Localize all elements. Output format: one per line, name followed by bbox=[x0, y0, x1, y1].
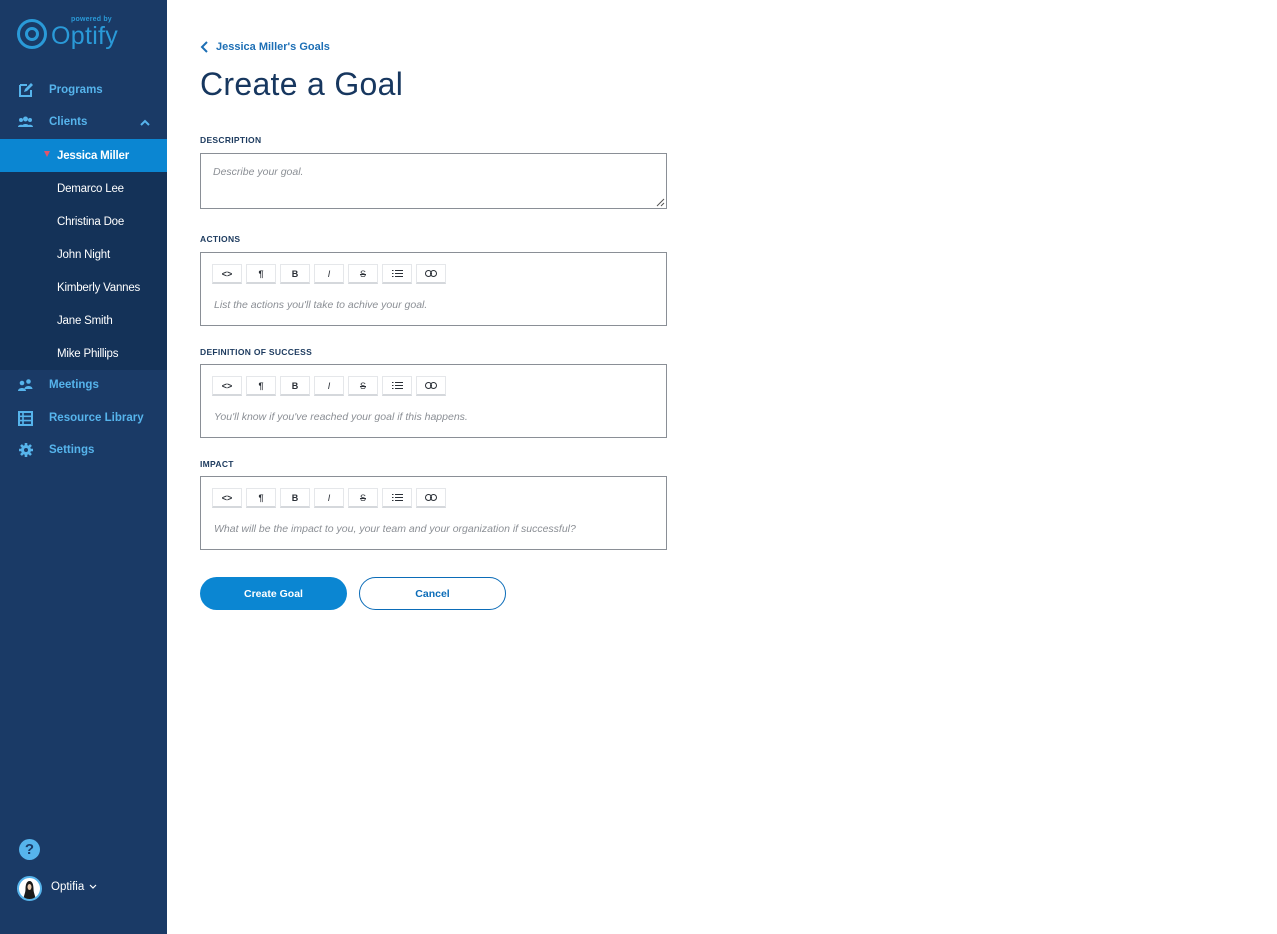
cancel-button[interactable]: Cancel bbox=[359, 577, 506, 610]
avatar[interactable] bbox=[17, 876, 42, 901]
nav-label: Meetings bbox=[49, 379, 99, 391]
nav-item-meetings[interactable]: Meetings bbox=[0, 370, 167, 400]
nav-item-programs[interactable]: Programs bbox=[0, 75, 167, 105]
client-label: Mike Phillips bbox=[57, 347, 119, 360]
client-label: Demarco Lee bbox=[57, 182, 124, 195]
bold-button[interactable]: B bbox=[280, 376, 310, 396]
italic-button[interactable]: I bbox=[314, 488, 344, 508]
success-editor[interactable]: <> ¶ B I S You'll know if you've reached… bbox=[200, 364, 667, 438]
italic-button[interactable]: I bbox=[314, 376, 344, 396]
italic-button[interactable]: I bbox=[314, 264, 344, 284]
actions-label: ACTIONS bbox=[200, 234, 241, 244]
link-button[interactable] bbox=[416, 264, 446, 284]
sidebar: powered by Optify Programs Clients Jessi… bbox=[0, 0, 167, 934]
description-field[interactable]: Describe your goal. bbox=[200, 153, 667, 209]
link-button[interactable] bbox=[416, 488, 446, 508]
strikethrough-button[interactable]: S bbox=[348, 488, 378, 508]
edit-icon bbox=[17, 82, 34, 99]
link-icon bbox=[425, 382, 437, 389]
gear-icon bbox=[17, 442, 34, 459]
list-button[interactable] bbox=[382, 376, 412, 396]
success-placeholder: You'll know if you've reached your goal … bbox=[214, 411, 468, 423]
client-item-demarco-lee[interactable]: Demarco Lee bbox=[0, 172, 167, 205]
nav-item-settings[interactable]: Settings bbox=[0, 435, 167, 465]
back-link[interactable]: Jessica Miller's Goals bbox=[200, 41, 330, 53]
nav-label: Resource Library bbox=[49, 412, 144, 424]
bold-button[interactable]: B bbox=[280, 264, 310, 284]
link-icon bbox=[425, 270, 437, 277]
code-button[interactable]: <> bbox=[212, 488, 242, 508]
client-list: Jessica Miller Demarco Lee Christina Doe… bbox=[0, 139, 167, 370]
paragraph-button[interactable]: ¶ bbox=[246, 264, 276, 284]
link-icon bbox=[425, 494, 437, 501]
nav-item-resource-library[interactable]: Resource Library bbox=[0, 403, 167, 433]
actions-placeholder: List the actions you'll take to achive y… bbox=[214, 299, 428, 311]
code-button[interactable]: <> bbox=[212, 376, 242, 396]
meetings-icon bbox=[17, 377, 34, 394]
success-label: DEFINITION OF SUCCESS bbox=[200, 347, 313, 357]
help-icon[interactable]: ? bbox=[19, 839, 40, 860]
impact-editor[interactable]: <> ¶ B I S What will be the impact to yo… bbox=[200, 476, 667, 550]
list-button[interactable] bbox=[382, 264, 412, 284]
client-item-christina-doe[interactable]: Christina Doe bbox=[0, 205, 167, 238]
library-icon bbox=[17, 410, 34, 427]
logo-name: Optify bbox=[51, 22, 119, 50]
list-icon bbox=[391, 382, 403, 389]
code-button[interactable]: <> bbox=[212, 264, 242, 284]
chevron-left-icon bbox=[200, 41, 208, 53]
logo-mark-icon bbox=[17, 19, 47, 49]
description-label: DESCRIPTION bbox=[200, 135, 262, 145]
client-label: John Night bbox=[57, 248, 110, 261]
paragraph-button[interactable]: ¶ bbox=[246, 488, 276, 508]
impact-label: IMPACT bbox=[200, 459, 234, 469]
paragraph-button[interactable]: ¶ bbox=[246, 376, 276, 396]
resize-handle-icon[interactable] bbox=[656, 198, 665, 207]
create-goal-button[interactable]: Create Goal bbox=[200, 577, 347, 610]
optify-logo[interactable]: powered by Optify bbox=[16, 14, 126, 54]
client-label: Kimberly Vannes bbox=[57, 281, 141, 294]
actions-editor[interactable]: <> ¶ B I S List the actions you'll take … bbox=[200, 252, 667, 326]
back-link-label: Jessica Miller's Goals bbox=[216, 41, 330, 53]
editor-toolbar: <> ¶ B I S bbox=[212, 264, 446, 284]
nav-label: Settings bbox=[49, 444, 95, 456]
editor-toolbar: <> ¶ B I S bbox=[212, 376, 446, 396]
editor-toolbar: <> ¶ B I S bbox=[212, 488, 446, 508]
impact-placeholder: What will be the impact to you, your tea… bbox=[214, 523, 576, 535]
client-item-kimberly-vannes[interactable]: Kimberly Vannes bbox=[0, 271, 167, 304]
nav-label: Programs bbox=[49, 84, 103, 96]
client-label: Christina Doe bbox=[57, 215, 125, 228]
list-icon bbox=[391, 494, 403, 501]
list-button[interactable] bbox=[382, 488, 412, 508]
strikethrough-button[interactable]: S bbox=[348, 264, 378, 284]
client-label: Jessica Miller bbox=[57, 149, 130, 162]
client-item-mike-phillips[interactable]: Mike Phillips bbox=[0, 337, 167, 370]
client-item-jane-smith[interactable]: Jane Smith bbox=[0, 304, 167, 337]
client-item-john-night[interactable]: John Night bbox=[0, 238, 167, 271]
page-title: Create a Goal bbox=[200, 66, 404, 102]
client-label: Jane Smith bbox=[57, 314, 113, 327]
user-menu[interactable]: Optifia bbox=[51, 881, 97, 893]
user-name: Optifia bbox=[51, 881, 85, 893]
clients-icon bbox=[17, 114, 34, 131]
list-icon bbox=[391, 270, 403, 277]
description-placeholder: Describe your goal. bbox=[213, 166, 304, 178]
bold-button[interactable]: B bbox=[280, 488, 310, 508]
strikethrough-button[interactable]: S bbox=[348, 376, 378, 396]
chevron-down-icon bbox=[90, 884, 97, 889]
nav-item-clients[interactable]: Clients bbox=[0, 107, 167, 137]
link-button[interactable] bbox=[416, 376, 446, 396]
chevron-up-icon[interactable] bbox=[139, 116, 151, 128]
client-item-jessica-miller[interactable]: Jessica Miller bbox=[0, 139, 167, 172]
main-content: Jessica Miller's Goals Create a Goal DES… bbox=[200, 0, 1260, 934]
active-marker-icon bbox=[44, 151, 50, 157]
nav-label: Clients bbox=[49, 116, 88, 128]
